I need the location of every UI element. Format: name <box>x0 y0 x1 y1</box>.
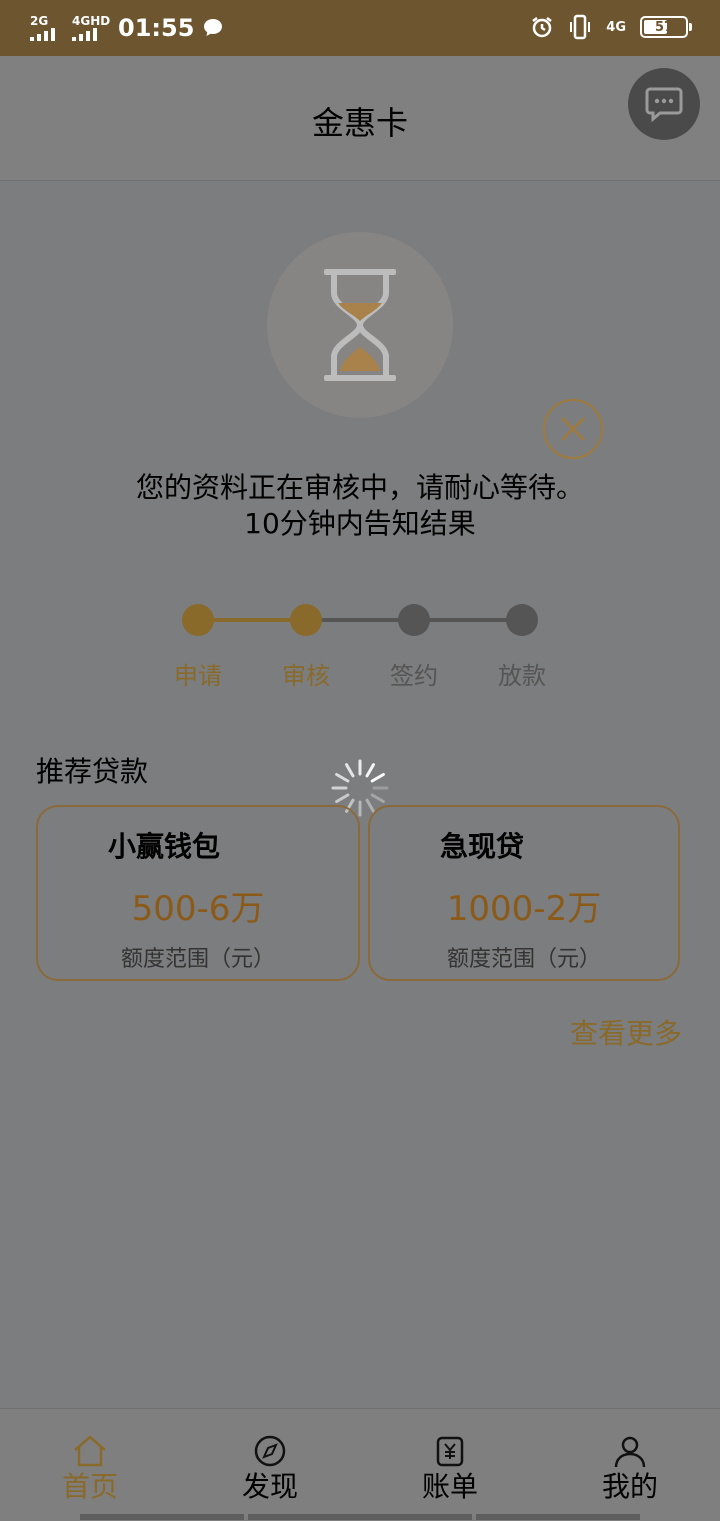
chat-icon <box>645 87 683 122</box>
status-bar: 2G 4GHD 01:55 4G 57 <box>0 0 720 56</box>
bottom-tab-bar: 首页 发现 账单 我的 <box>0 1408 720 1521</box>
close-button[interactable] <box>543 399 603 459</box>
step-dot-disburse <box>506 604 538 636</box>
hourglass-icon <box>324 269 396 381</box>
step-label-apply: 申请 <box>174 662 222 690</box>
status-illustration <box>267 232 453 418</box>
loan-card[interactable]: 急现贷 1000-2万 额度范围（元） <box>368 805 680 981</box>
loan-range-label: 额度范围（元） <box>446 947 601 972</box>
nav-handle <box>476 1514 640 1520</box>
loan-amount: 1000-2万 <box>446 889 602 929</box>
battery-icon: 57 <box>640 16 692 38</box>
step-label-sign: 签约 <box>390 662 438 690</box>
tab-mine[interactable]: 我的 <box>540 1409 720 1521</box>
message-icon <box>204 19 223 36</box>
step-label-review: 审核 <box>282 662 330 690</box>
sim1-signal: 2G <box>30 15 64 41</box>
tab-discover[interactable]: 发现 <box>180 1409 360 1521</box>
nav-handle <box>80 1514 244 1520</box>
customer-service-button[interactable] <box>628 68 700 140</box>
spinner-tick <box>335 773 350 783</box>
loan-name: 急现贷 <box>440 830 525 863</box>
alarm-icon <box>532 17 553 38</box>
vibrate-icon <box>570 14 591 40</box>
sim2-signal: 4GHD <box>72 15 110 41</box>
nav-handle <box>248 1514 472 1520</box>
loan-name: 小赢钱包 <box>108 830 221 863</box>
step-label-disburse: 放款 <box>498 662 546 690</box>
loan-range-label: 额度范围（元） <box>120 947 275 972</box>
step-dot-sign <box>398 604 430 636</box>
spinner-tick <box>335 793 350 803</box>
network-4g: 4G <box>606 19 626 35</box>
view-more-link[interactable]: 查看更多 <box>570 1012 682 1052</box>
close-icon <box>561 417 585 441</box>
spinner-tick <box>370 793 385 803</box>
step-dot-apply <box>182 604 214 636</box>
page-title: 金惠卡 <box>311 104 408 142</box>
review-message: 您的资料正在审核中，请耐心等待。 10分钟内告知结果 <box>135 471 584 540</box>
loan-amount: 500-6万 <box>131 889 265 929</box>
tab-home[interactable]: 首页 <box>0 1409 180 1521</box>
loan-card[interactable]: 小赢钱包 500-6万 额度范围（元） <box>36 805 360 981</box>
step-dot-review <box>290 604 322 636</box>
spinner-tick <box>365 798 375 813</box>
app-header: 金惠卡 <box>0 56 720 181</box>
clock: 01:55 <box>118 14 195 42</box>
spinner-tick <box>365 763 375 778</box>
section-title: 推荐贷款 <box>36 755 149 788</box>
progress-steps: 申请 审核 签约 放款 <box>0 600 720 700</box>
spinner-tick <box>345 763 355 778</box>
spinner-tick <box>370 773 385 783</box>
tab-bill[interactable]: 账单 <box>360 1409 540 1521</box>
